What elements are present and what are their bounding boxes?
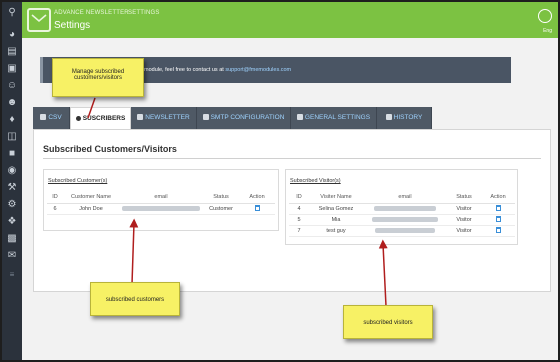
callout-subscribed-customers: subscribed customers (90, 282, 180, 316)
annotation-arrows (87, 97, 388, 307)
callout-subscribed-visitors: subscribed visitors (343, 305, 433, 339)
callout-manage-subscribers: Manage subscribed customers/visitors (52, 58, 144, 97)
manage-callout-pointer (87, 97, 96, 119)
customers-arrow (129, 218, 139, 285)
visitors-arrow (378, 239, 388, 307)
